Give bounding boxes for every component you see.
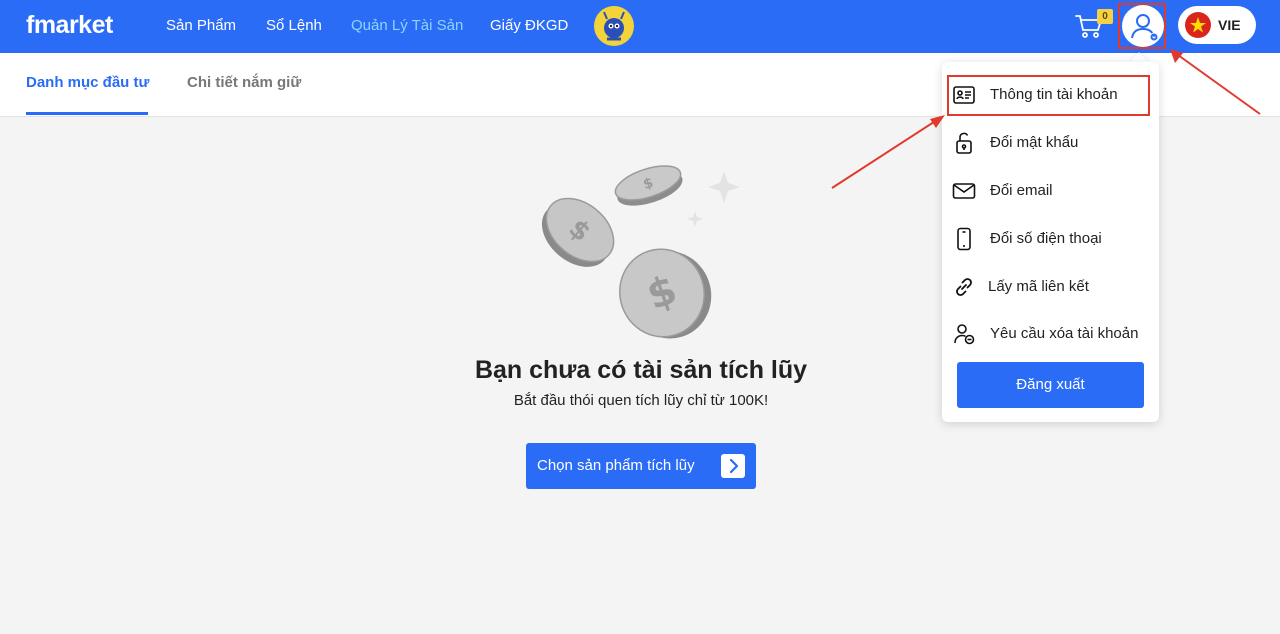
nav-item-products[interactable]: Sản Phẩm — [166, 17, 236, 34]
menu-item-label: Lấy mã liên kết — [988, 278, 1089, 295]
tab-investment-portfolio[interactable]: Danh mục đầu tư — [26, 74, 149, 91]
fmarket-logo[interactable]: fmarket — [26, 11, 113, 40]
chevron-right-icon — [721, 454, 745, 478]
account-button-highlight — [1118, 3, 1166, 49]
vietnam-flag-icon — [1185, 12, 1211, 38]
menu-item-delete-account[interactable]: Yêu cầu xóa tài khoản — [942, 314, 1159, 354]
language-label: VIE — [1218, 17, 1241, 33]
menu-item-change-phone[interactable]: Đổi số điện thoại — [942, 219, 1159, 259]
menu-item-label: Yêu cầu xóa tài khoản — [990, 325, 1139, 342]
language-selector[interactable]: VIE — [1178, 6, 1256, 44]
menu-item-change-password[interactable]: Đổi mật khẩu — [942, 123, 1159, 163]
menu-item-get-referral-code[interactable]: Lấy mã liên kết — [942, 267, 1159, 307]
nav-item-order-book[interactable]: Sổ Lệnh — [266, 17, 322, 34]
choose-product-label: Chọn sản phẩm tích lũy — [537, 457, 695, 474]
annotation-arrow-menu — [831, 115, 945, 189]
menu-item-label: Đổi số điện thoại — [990, 230, 1102, 247]
unlock-icon — [952, 131, 976, 155]
menu-item-label: Đổi email — [990, 182, 1053, 199]
mascot-icon[interactable] — [594, 6, 634, 46]
mail-icon — [952, 179, 976, 203]
tab-holding-details[interactable]: Chi tiết nắm giữ — [187, 74, 301, 91]
delete-user-icon — [952, 322, 976, 346]
phone-icon — [952, 227, 976, 251]
menu-item-change-email[interactable]: Đổi email — [942, 171, 1159, 211]
menu-item-label: Đổi mật khẩu — [990, 134, 1079, 151]
cart-count-badge: 0 — [1097, 9, 1113, 24]
coins-illustration: $ $ $ — [530, 155, 750, 350]
nav-item-trading-registration[interactable]: Giấy ĐKGD — [490, 17, 568, 34]
active-tab-indicator — [26, 112, 148, 115]
nav-item-asset-management[interactable]: Quản Lý Tài Sản — [351, 17, 463, 34]
link-icon — [952, 275, 976, 299]
top-nav-bar: fmarket Sản Phẩm Sổ Lệnh Quản Lý Tài Sản… — [0, 0, 1280, 53]
logout-button[interactable]: Đăng xuất — [957, 362, 1144, 408]
choose-product-button[interactable]: Chọn sản phẩm tích lũy — [526, 443, 756, 489]
account-info-highlight — [947, 75, 1150, 116]
